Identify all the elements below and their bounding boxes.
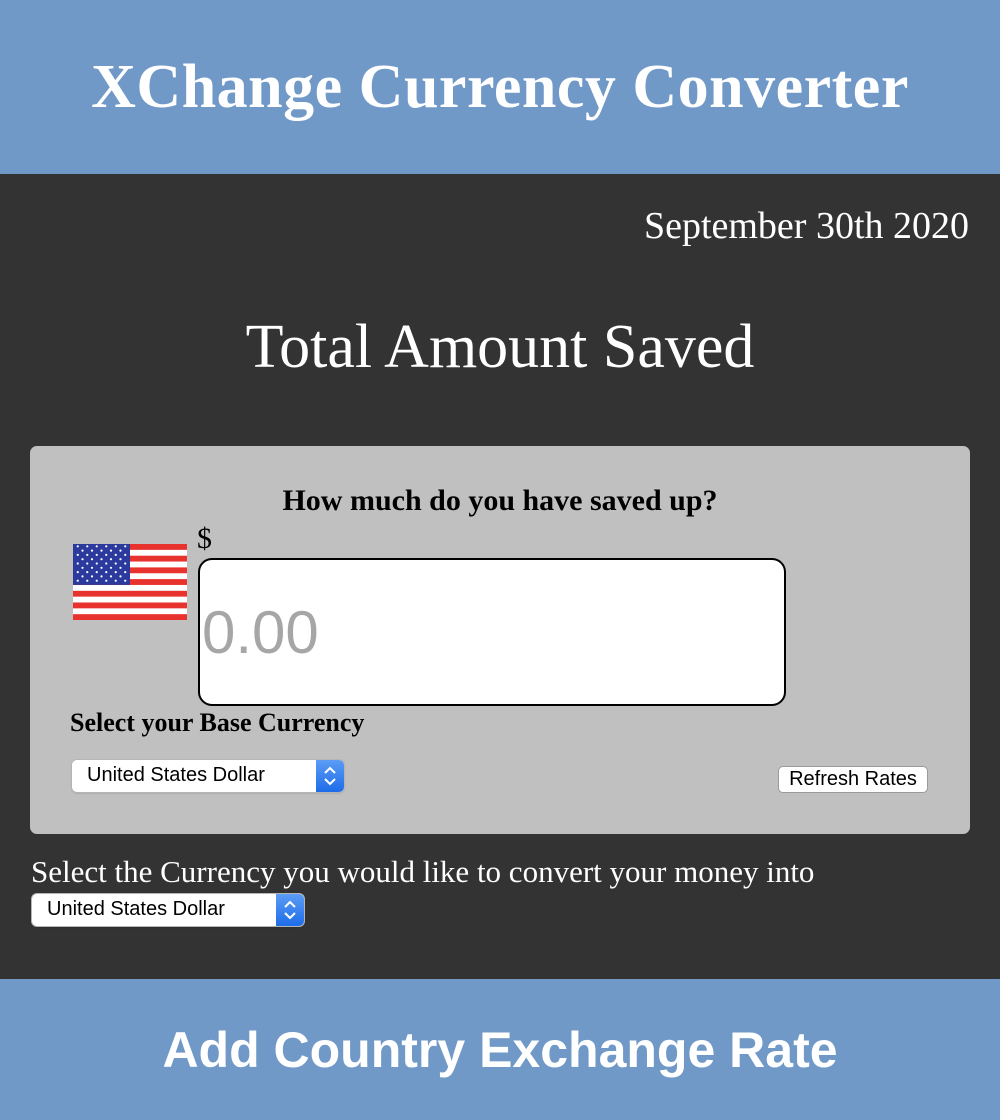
select-arrows-icon <box>276 894 304 926</box>
savings-question: How much do you have saved up? <box>282 484 718 517</box>
refresh-rates-button[interactable]: Refresh Rates <box>778 766 928 793</box>
savings-card: How much do you have saved up? $ Select … <box>30 446 970 834</box>
target-currency-label: Select the Currency you would like to co… <box>31 854 815 889</box>
add-exchange-rate-banner[interactable]: Add Country Exchange Rate <box>0 979 1000 1120</box>
target-currency-selected-value: United States Dollar <box>47 898 225 920</box>
app-title: XChange Currency Converter <box>91 52 909 121</box>
target-currency-select[interactable]: United States Dollar <box>32 894 304 926</box>
current-date: September 30th 2020 <box>643 205 969 247</box>
add-exchange-rate-title: Add Country Exchange Rate <box>162 1021 838 1078</box>
page-title: Total Amount Saved <box>245 313 755 381</box>
savings-amount-input[interactable] <box>198 558 786 706</box>
select-arrows-icon <box>316 760 344 792</box>
base-currency-label: Select your Base Currency <box>70 708 365 737</box>
app-header: XChange Currency Converter <box>0 0 1000 174</box>
base-currency-selected-value: United States Dollar <box>87 764 265 786</box>
us-flag-icon <box>73 544 187 620</box>
currency-symbol: $ <box>197 522 212 555</box>
base-currency-select[interactable]: United States Dollar <box>72 760 344 792</box>
